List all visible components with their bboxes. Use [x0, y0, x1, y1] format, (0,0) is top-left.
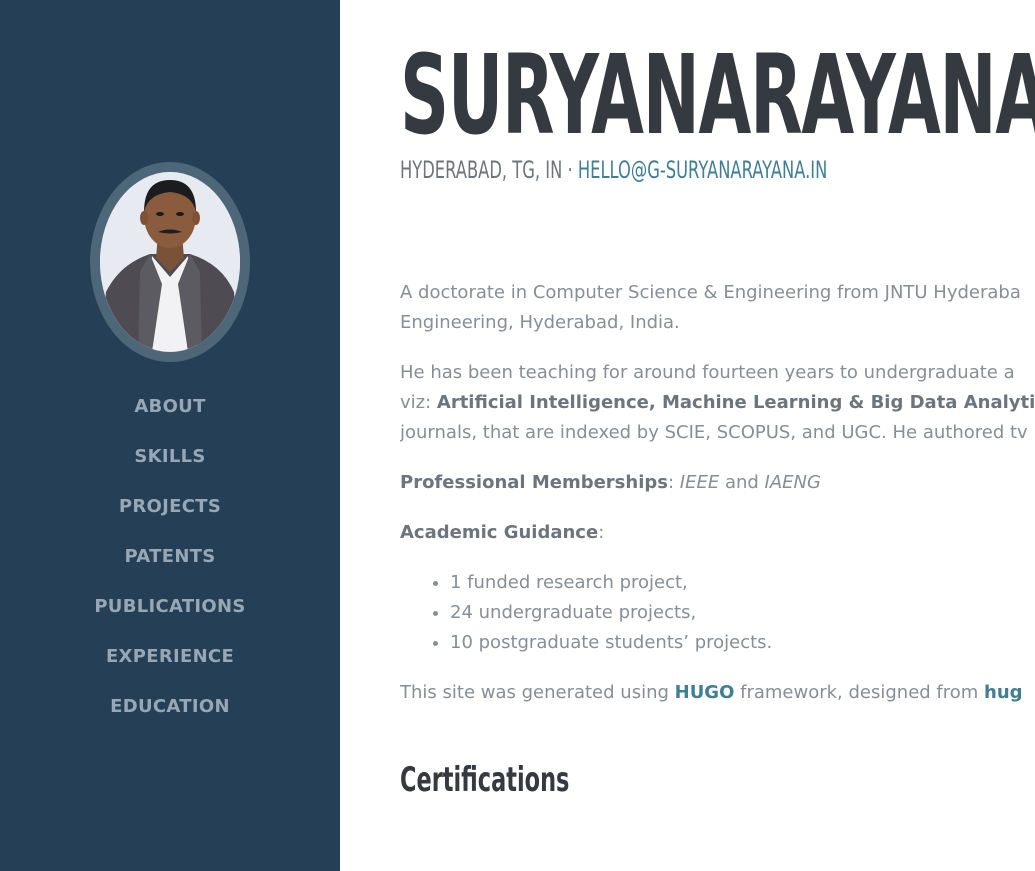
memberships-and: and: [719, 472, 765, 493]
nav-link-publications[interactable]: PUBLICATIONS: [94, 596, 245, 617]
intro-line-1: A doctorate in Computer Science & Engine…: [400, 282, 1021, 303]
sidebar-nav: ABOUT SKILLS PROJECTS PATENTS PUBLICATIO…: [0, 382, 340, 732]
teaching-line-2: viz: Artificial Intelligence, Machine Le…: [400, 388, 1035, 418]
nav-item-publications: PUBLICATIONS: [0, 582, 340, 632]
nav-item-education: EDUCATION: [0, 682, 340, 732]
nav-link-projects[interactable]: PROJECTS: [119, 496, 221, 517]
email-link[interactable]: HELLO@G-SURYANARAYANA.IN: [578, 156, 827, 184]
nav-item-patents: PATENTS: [0, 532, 340, 582]
teaching-line-2-prefix: viz:: [400, 392, 437, 413]
membership-iaeng: IAENG: [764, 472, 821, 493]
nav-link-about[interactable]: ABOUT: [134, 396, 205, 417]
memberships-paragraph: Professional Memberships: IEEE and IAENG: [400, 468, 1035, 498]
site-credit-prefix: This site was generated using: [400, 682, 675, 703]
site-credit-middle: framework, designed from: [734, 682, 985, 703]
membership-ieee: IEEE: [679, 472, 720, 493]
guidance-label: Academic Guidance: [400, 522, 599, 543]
nav-item-skills: SKILLS: [0, 432, 340, 482]
memberships-label: Professional Memberships: [400, 472, 668, 493]
certifications-heading: Certifications: [400, 760, 570, 800]
avatar[interactable]: [100, 172, 240, 352]
memberships-colon: :: [667, 472, 680, 493]
sidebar: ABOUT SKILLS PROJECTS PATENTS PUBLICATIO…: [0, 0, 340, 871]
list-item: 10 postgraduate students’ projects.: [450, 628, 1035, 658]
teaching-paragraph: He has been teaching for around fourteen…: [400, 358, 1035, 448]
page-title: SURYANARAYANA: [400, 31, 1035, 159]
profile-photo: [100, 172, 240, 352]
research-areas: Artificial Intelligence, Machine Learnin…: [436, 392, 1035, 413]
contact-subheading: HYDERABAD, TG, IN · HELLO@G-SURYANARAYAN…: [400, 156, 827, 184]
nav-link-skills[interactable]: SKILLS: [134, 446, 205, 467]
guidance-list: 1 funded research project, 24 undergradu…: [400, 568, 1035, 658]
nav-item-about: ABOUT: [0, 382, 340, 432]
main-content: SURYANARAYANA HYDERABAD, TG, IN · HELLO@…: [400, 0, 1035, 871]
about-section: A doctorate in Computer Science & Engine…: [400, 278, 1035, 728]
separator-dot: ·: [567, 156, 573, 184]
location-text: HYDERABAD, TG, IN: [400, 156, 563, 184]
nav-link-patents[interactable]: PATENTS: [124, 546, 215, 567]
nav-item-projects: PROJECTS: [0, 482, 340, 532]
teaching-line-3: journals, that are indexed by SCIE, SCOP…: [400, 422, 1028, 443]
teaching-line-1: He has been teaching for around fourteen…: [400, 362, 1015, 383]
nav-link-education[interactable]: EDUCATION: [110, 696, 230, 717]
site-credit-paragraph: This site was generated using HUGO frame…: [400, 678, 1035, 708]
list-item: 1 funded research project,: [450, 568, 1035, 598]
hugo-link[interactable]: HUGO: [675, 682, 735, 703]
guidance-colon: :: [598, 522, 605, 543]
nav-link-experience[interactable]: EXPERIENCE: [106, 646, 234, 667]
theme-link[interactable]: hug: [984, 682, 1023, 703]
list-item: 24 undergraduate projects,: [450, 598, 1035, 628]
intro-paragraph: A doctorate in Computer Science & Engine…: [400, 278, 1035, 338]
nav-item-experience: EXPERIENCE: [0, 632, 340, 682]
intro-line-2: Engineering, Hyderabad, India.: [400, 312, 680, 333]
guidance-paragraph: Academic Guidance:: [400, 518, 1035, 548]
